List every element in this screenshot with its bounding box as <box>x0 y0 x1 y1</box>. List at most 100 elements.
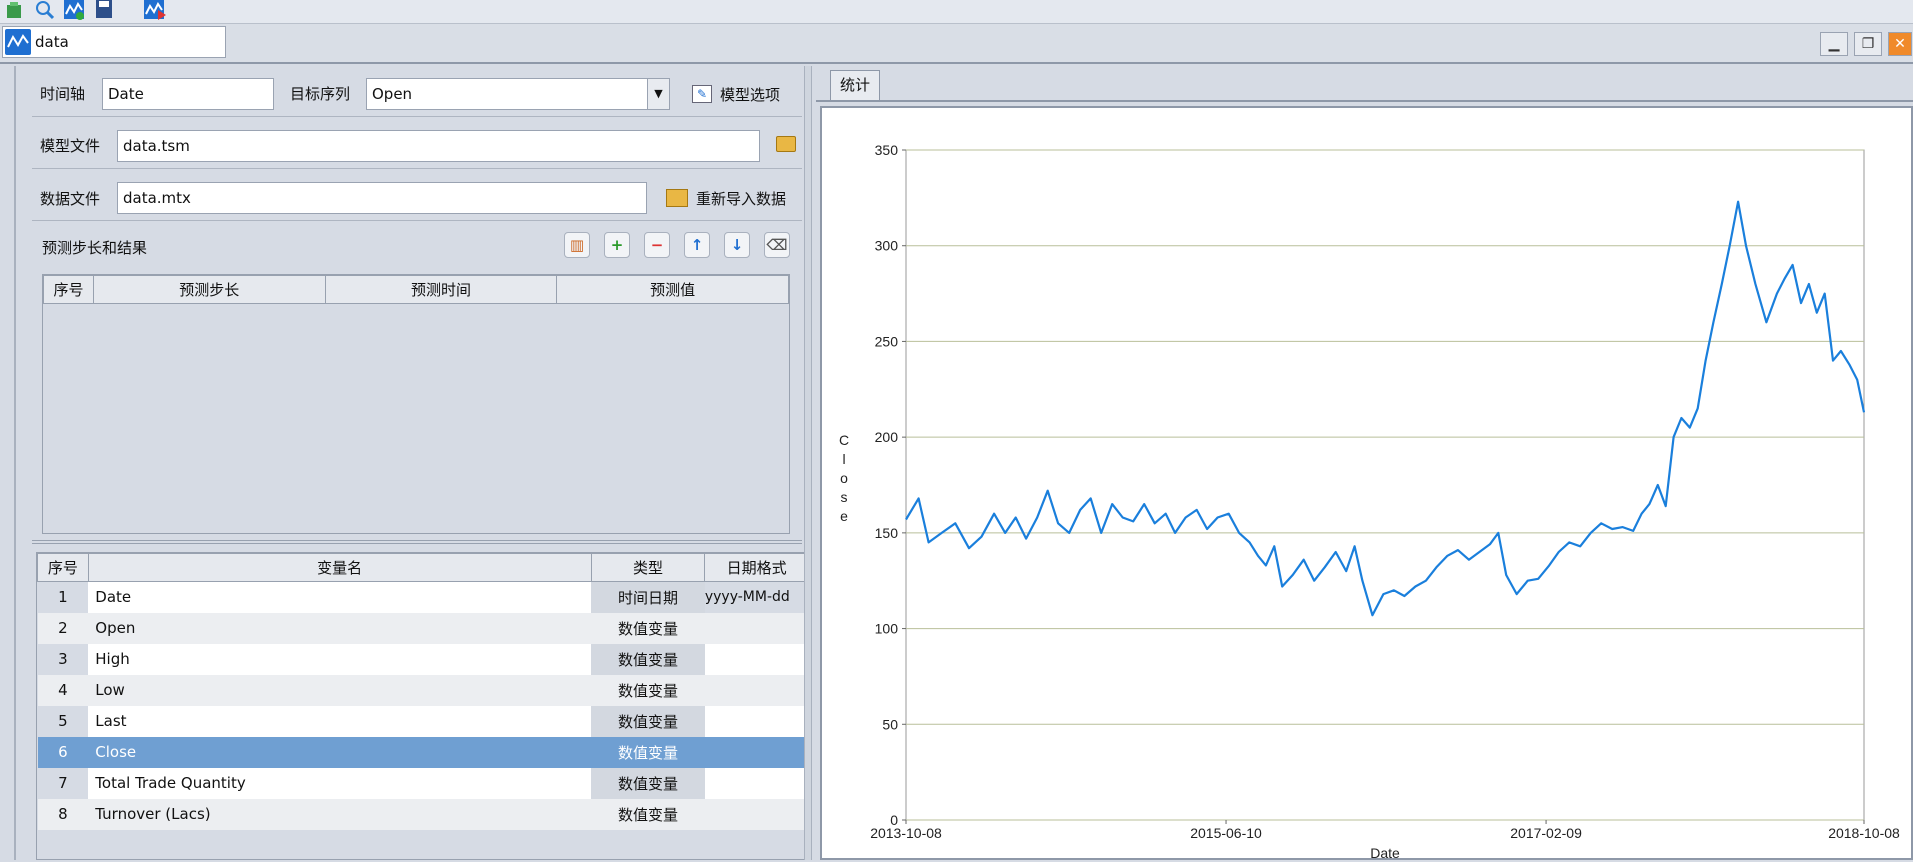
date-format[interactable] <box>704 612 809 644</box>
date-format[interactable] <box>704 705 809 737</box>
col-index[interactable]: 序号 <box>43 275 94 304</box>
variable-name: Open <box>88 612 592 644</box>
document-tab-label: data <box>35 33 69 51</box>
x-tick-label: 2015-06-10 <box>1190 825 1262 841</box>
minimize-button[interactable]: ▁ <box>1820 32 1848 56</box>
row-index: 2 <box>37 612 89 644</box>
y-tick-label: 50 <box>882 716 898 732</box>
variable-type[interactable]: 数值变量 <box>591 705 705 737</box>
chart-run-icon[interactable] <box>144 0 166 20</box>
variable-name: Low <box>88 674 592 706</box>
row-index: 7 <box>58 774 68 792</box>
x-axis-label: Date <box>1370 845 1400 858</box>
move-up-button[interactable]: ↑ <box>684 232 710 258</box>
row-index: 3 <box>58 650 68 668</box>
move-down-button[interactable]: ↓ <box>724 232 750 258</box>
main-toolbar <box>0 0 1913 24</box>
target-series-select[interactable]: Open ▼ <box>366 78 670 110</box>
clear-icon[interactable]: ⌫ <box>764 232 790 258</box>
close-button[interactable]: ✕ <box>1888 32 1912 56</box>
y-tick-label: 100 <box>875 621 899 637</box>
y-tick-label: 200 <box>875 429 899 445</box>
date-format[interactable] <box>704 736 809 768</box>
settings-panel: 时间轴 Date 目标序列 Open ▼ ✎ 模型选项 模型文件 data.ts… <box>14 66 810 860</box>
variable-type[interactable]: 数值变量 <box>591 767 705 799</box>
col-date-format[interactable]: 日期格式 <box>704 553 809 582</box>
x-tick-label: 2018-10-08 <box>1828 825 1900 841</box>
chart-add-icon[interactable] <box>64 0 84 20</box>
date-format[interactable] <box>704 798 809 830</box>
panel-splitter[interactable] <box>804 66 812 860</box>
y-tick-label: 350 <box>875 142 899 158</box>
table-row[interactable]: 8 Turnover (Lacs) 数值变量 <box>37 798 809 830</box>
variable-name: Turnover (Lacs) <box>88 798 592 830</box>
add-row-button[interactable]: + <box>604 232 630 258</box>
y-tick-label: 300 <box>875 238 899 254</box>
model-file-field[interactable]: data.tsm <box>117 130 760 162</box>
time-axis-field[interactable]: Date <box>102 78 274 110</box>
model-options-button[interactable]: ✎ 模型选项 <box>692 78 780 110</box>
col-forecast-step[interactable]: 预测步长 <box>92 275 326 304</box>
chart-container: 0 50 100 150 200 250 300 350 2013-10-08 2015-06-1… <box>820 106 1913 861</box>
time-axis-label: 时间轴 <box>40 85 86 103</box>
model-options-label: 模型选项 <box>720 85 781 104</box>
col-index[interactable]: 序号 <box>37 553 89 582</box>
edit-icon: ✎ <box>692 85 712 103</box>
col-forecast-value[interactable]: 预测值 <box>556 275 789 304</box>
col-type[interactable]: 类型 <box>590 553 706 582</box>
save-icon[interactable] <box>94 0 114 20</box>
variable-name: Last <box>88 705 592 737</box>
variables-table: 序号 变量名 类型 日期格式 1 Date 时间日期 yyyy-MM-dd 2 … <box>36 552 810 860</box>
row-index: 1 <box>58 588 68 607</box>
restore-button[interactable]: ❐ <box>1854 32 1882 56</box>
variable-name: Total Trade Quantity <box>88 767 592 799</box>
variable-type[interactable]: 时间日期 <box>591 581 705 613</box>
date-format[interactable] <box>704 643 809 675</box>
table-row[interactable]: 1 Date 时间日期 yyyy-MM-dd <box>38 581 809 613</box>
row-index: 8 <box>37 798 89 830</box>
row-index: 5 <box>58 712 68 730</box>
y-tick-label: 150 <box>875 525 899 541</box>
reimport-data-label: 重新导入数据 <box>696 189 787 208</box>
col-variable-name[interactable]: 变量名 <box>87 553 592 582</box>
tab-underline <box>816 100 1913 102</box>
table-row[interactable]: 2 Open 数值变量 <box>37 612 809 644</box>
chart-icon <box>5 29 31 55</box>
date-format[interactable] <box>704 674 809 706</box>
table-row[interactable]: 3 High 数值变量 <box>38 643 809 675</box>
variable-name: Date <box>88 581 592 613</box>
forecast-section-title: 预测步长和结果 <box>42 239 148 257</box>
plot-area <box>905 149 1865 821</box>
data-cube-icon[interactable] <box>4 0 24 20</box>
variable-type[interactable]: 数值变量 <box>591 736 705 768</box>
variable-name: Close <box>88 736 592 768</box>
variable-type[interactable]: 数值变量 <box>591 643 705 675</box>
tab-stats[interactable]: 统计 <box>830 70 880 100</box>
variable-type[interactable]: 数值变量 <box>591 674 705 706</box>
variable-type[interactable]: 数值变量 <box>591 798 705 830</box>
variable-name: High <box>88 643 592 675</box>
table-row-selected[interactable]: 6 Close 数值变量 <box>37 736 809 768</box>
search-icon[interactable] <box>34 0 55 20</box>
folder-open-icon[interactable] <box>776 136 796 152</box>
date-format[interactable]: yyyy-MM-dd <box>705 582 809 613</box>
x-tick-label: 2017-02-09 <box>1510 825 1582 841</box>
variable-type[interactable]: 数值变量 <box>591 612 705 644</box>
document-tab[interactable]: data <box>2 26 226 58</box>
row-index: 6 <box>37 736 89 768</box>
y-tick-label: 250 <box>875 333 899 349</box>
data-file-field[interactable]: data.mtx <box>117 182 647 214</box>
chevron-down-icon[interactable]: ▼ <box>647 79 669 109</box>
split-divider[interactable] <box>32 540 802 544</box>
table-row[interactable]: 5 Last 数值变量 <box>38 705 809 737</box>
model-file-label: 模型文件 <box>40 137 101 155</box>
chart-bar-icon[interactable]: ▥ <box>564 232 590 258</box>
divider <box>32 220 802 221</box>
table-row[interactable]: 7 Total Trade Quantity 数值变量 <box>38 767 809 799</box>
table-row[interactable]: 4 Low 数值变量 <box>37 674 809 706</box>
reimport-data-button[interactable]: 重新导入数据 <box>666 182 786 214</box>
remove-row-button[interactable]: − <box>644 232 670 258</box>
target-series-value: Open <box>372 85 413 103</box>
col-forecast-time[interactable]: 预测时间 <box>324 275 558 304</box>
date-format[interactable] <box>704 767 809 799</box>
